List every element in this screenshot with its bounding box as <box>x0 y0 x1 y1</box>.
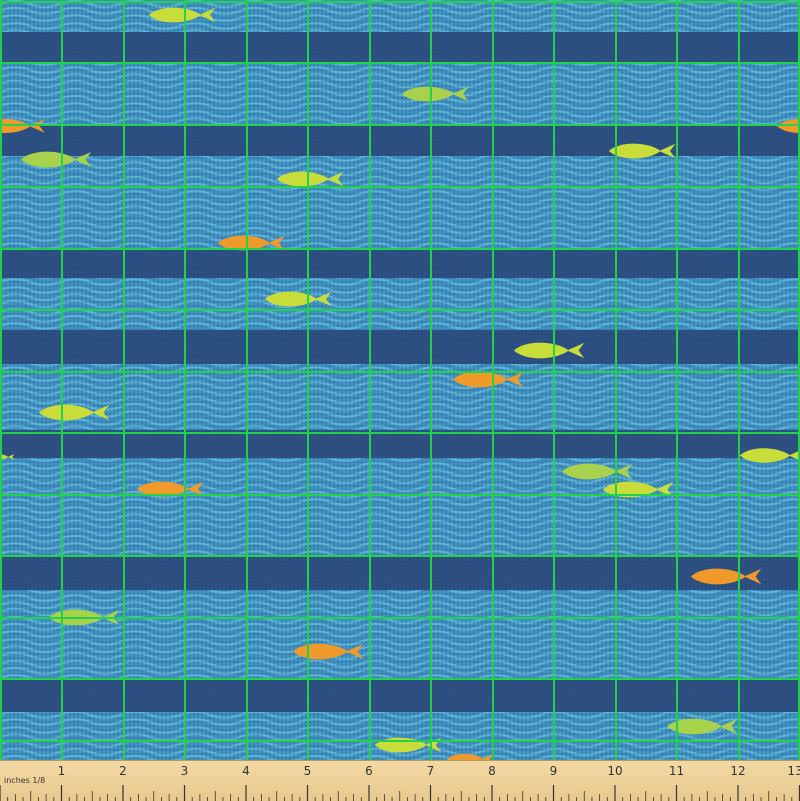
ruler-number: 8 <box>488 764 496 778</box>
ruler-number: 2 <box>119 764 127 778</box>
ruler-number: 5 <box>304 764 312 778</box>
fabric-pattern <box>0 0 800 760</box>
ruler-number: 12 <box>730 764 745 778</box>
ruler-ticks: 1 2 3 4 5 6 7 8 9 10 11 12 13 <box>0 764 800 801</box>
ruler-number: 3 <box>181 764 189 778</box>
ruler-number: 11 <box>669 764 684 778</box>
ruler-number: 1 <box>58 764 66 778</box>
measuring-ruler: 1 2 3 4 5 6 7 8 9 10 11 12 13 inches 1/8 <box>0 760 800 801</box>
ruler-number: 13 <box>787 764 800 778</box>
ruler-unit-label: inches 1/8 <box>4 776 46 785</box>
dot-texture <box>0 0 800 760</box>
ruler-number: 7 <box>427 764 435 778</box>
ruler-number: 4 <box>242 764 250 778</box>
ruler-number: 6 <box>365 764 373 778</box>
ruler-number: 9 <box>550 764 558 778</box>
ruler-number: 10 <box>607 764 622 778</box>
